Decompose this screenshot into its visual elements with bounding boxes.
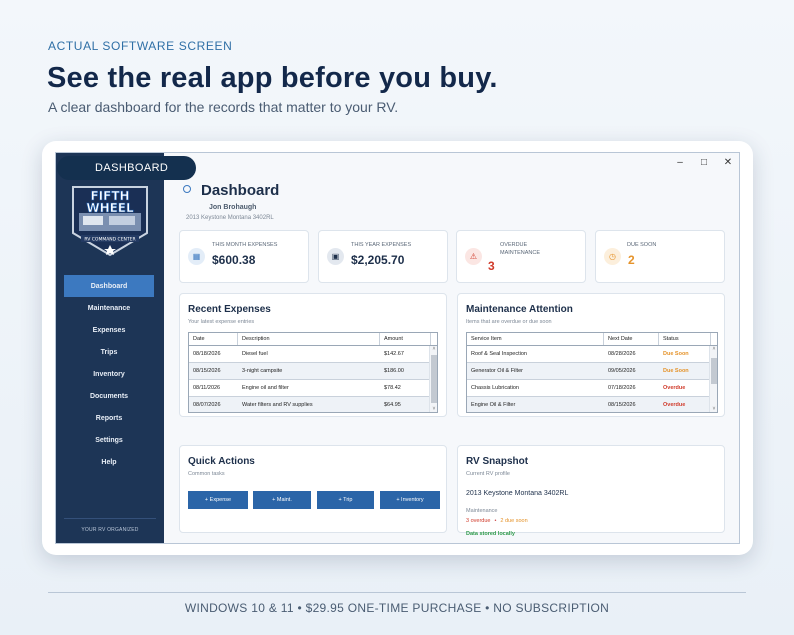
dashboard-icon [183,185,191,193]
scroll-down-icon[interactable]: ˅ [710,406,717,412]
fifth-wheel-logo: FIFTH WHEEL RV COMMAND CENTER [72,186,148,257]
column-header[interactable]: Amount [380,333,431,345]
kpi-value: 2 [628,253,635,267]
vertical-scrollbar[interactable]: ˄ ˅ [709,346,717,412]
kpi-label: DUE SOON [627,242,657,248]
scroll-thumb[interactable] [431,355,437,403]
eyebrow: ACTUAL SOFTWARE SCREEN [48,39,233,53]
table-row[interactable]: 08/07/2026 Water filters and RV supplies… [189,397,437,412]
table-header: Date Description Amount [189,333,437,346]
column-header[interactable]: Service Item [467,333,604,345]
kpi-value: $2,205.70 [351,253,405,267]
column-header[interactable]: Description [238,333,380,345]
maintenance-label: Maintenance [466,508,498,514]
card-title: Recent Expenses [188,304,271,315]
card-title: RV Snapshot [466,456,529,467]
column-header[interactable]: Date [189,333,238,345]
sidebar-item-help[interactable]: Help [64,451,154,473]
sidebar-item-reports[interactable]: Reports [64,407,154,429]
page-title: Dashboard [201,182,280,199]
data-stored-note: Data stored locally [466,531,515,537]
sidebar-item-dashboard[interactable]: Dashboard [64,275,154,297]
rv-name: 2013 Keystone Montana 3402RL [186,215,274,221]
rv-profile-name: 2013 Keystone Montana 3402RL [466,490,569,497]
table-row[interactable]: Chassis Lubrication 07/18/2026 Overdue [467,380,717,397]
calendar-icon: ▦ [188,248,205,265]
kpi-value: $600.38 [212,253,256,267]
table-row[interactable]: Roof & Seal Inspection 08/28/2026 Due So… [467,346,717,363]
sidebar-divider [64,518,156,519]
scroll-thumb[interactable] [711,358,717,384]
kpi-label: THIS MONTH EXPENSES [212,242,278,248]
kpi-due-soon: ◷ DUE SOON 2 [595,230,725,283]
kpi-overdue-maintenance: ⚠ OVERDUE MAINTENANCE 3 [456,230,586,283]
svg-text:WHEEL: WHEEL [86,201,134,215]
maintenance-table[interactable]: Service Item Next Date Status Roof & Sea… [466,332,718,413]
scroll-up-icon[interactable]: ˄ [430,346,437,352]
kpi-month-expenses: ▦ THIS MONTH EXPENSES $600.38 [179,230,309,283]
add-maintenance-button[interactable]: + Maint. [253,491,311,509]
footer-divider [48,592,746,593]
footer-tagline: WINDOWS 10 & 11 • $29.95 ONE-TIME PURCHA… [184,601,610,615]
vertical-scrollbar[interactable]: ˄ ˅ [429,346,437,412]
table-row[interactable]: 08/15/2026 3-night campsite $186.00 [189,363,437,380]
card-subtitle: Current RV profile [466,471,510,477]
column-header[interactable]: Status [659,333,711,345]
calendar-icon: ▣ [327,248,344,265]
maintenance-status: 3 overdue • 2 due soon [466,518,528,524]
svg-text:RV COMMAND CENTER: RV COMMAND CENTER [84,237,135,243]
app-window: – □ ✕ FIFTH WHEEL RV COMMAND CENTER Dash… [55,152,740,544]
table-header: Service Item Next Date Status [467,333,717,346]
kpi-label: OVERDUE MAINTENANCE [500,242,541,256]
sidebar-footer: YOUR RV ORGANIZED [81,527,139,533]
sidebar-item-settings[interactable]: Settings [64,429,154,451]
table-row[interactable]: Engine Oil & Filter 08/15/2026 Overdue [467,397,717,412]
sidebar-item-trips[interactable]: Trips [64,341,154,363]
subheadline: A clear dashboard for the records that m… [48,99,399,115]
rv-snapshot-card: RV Snapshot Current RV profile 2013 Keys… [457,445,725,537]
card-subtitle: Common tasks [188,471,225,477]
kpi-label: THIS YEAR EXPENSES [351,242,412,248]
sidebar-item-expenses[interactable]: Expenses [64,319,154,341]
sidebar: FIFTH WHEEL RV COMMAND CENTER Dashboard … [56,153,164,543]
scroll-up-icon[interactable]: ˄ [710,346,717,352]
card-title: Maintenance Attention [466,304,573,315]
card-title: Quick Actions [188,456,255,467]
main-content: Dashboard Jon Brohaugh 2013 Keystone Mon… [164,153,739,543]
sidebar-nav: Dashboard Maintenance Expenses Trips Inv… [64,275,154,473]
add-trip-button[interactable]: + Trip [317,491,374,509]
kpi-value: 3 [488,259,495,273]
recent-expenses-card: Recent Expenses Your latest expense entr… [179,293,447,417]
sidebar-item-maintenance[interactable]: Maintenance [64,297,154,319]
clock-icon: ◷ [604,248,621,265]
card-subtitle: Your latest expense entries [188,319,255,325]
dashboard-badge: DASHBOARD [57,156,196,180]
kpi-year-expenses: ▣ THIS YEAR EXPENSES $2,205.70 [318,230,448,283]
maintenance-attention-card: Maintenance Attention Items that are ove… [457,293,725,417]
table-row[interactable]: 08/18/2026 Diesel fuel $142.67 [189,346,437,363]
warning-icon: ⚠ [465,248,482,265]
sidebar-item-inventory[interactable]: Inventory [64,363,154,385]
add-expense-button[interactable]: + Expense [188,491,248,509]
user-name: Jon Brohaugh [209,204,257,211]
quick-actions-card: Quick Actions Common tasks + Expense + M… [179,445,447,533]
scroll-down-icon[interactable]: ˅ [430,406,437,412]
card-subtitle: Items that are overdue or due soon [466,319,552,325]
table-row[interactable]: 08/11/2026 Engine oil and filter $78.42 [189,380,437,397]
table-row[interactable]: Generator Oil & Filter 09/05/2026 Due So… [467,363,717,380]
expenses-table[interactable]: Date Description Amount 08/18/2026 Diese… [188,332,438,413]
headline: See the real app before you buy. [47,62,498,94]
sidebar-item-documents[interactable]: Documents [64,385,154,407]
column-header[interactable]: Next Date [604,333,659,345]
add-inventory-button[interactable]: + Inventory [380,491,440,509]
